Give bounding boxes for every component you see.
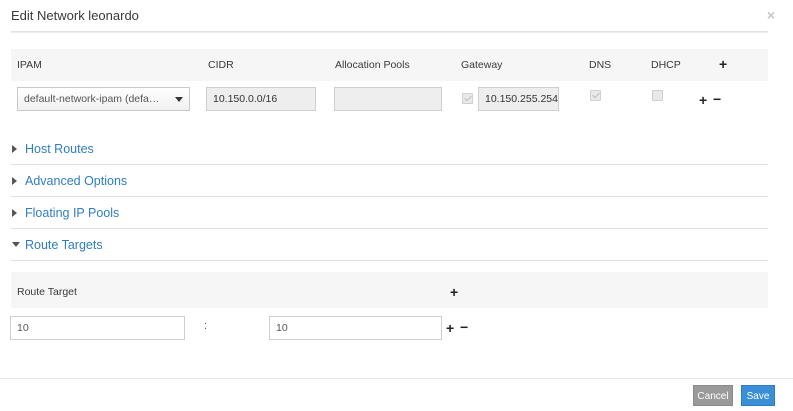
route-target-asn-field[interactable]: 10 (10, 316, 185, 340)
route-target-value-field[interactable]: 10 (269, 316, 442, 340)
modal-title: Edit Network leonardo (11, 8, 139, 23)
save-button[interactable]: Save (741, 385, 775, 406)
remove-route-target-row-minus-icon[interactable]: − (460, 320, 468, 334)
add-ipam-row-plus-icon[interactable]: + (699, 93, 707, 107)
section-label-advanced-options[interactable]: Advanced Options (25, 174, 127, 188)
header-divider (11, 31, 768, 33)
column-header-ipam: IPAM (17, 59, 42, 71)
route-target-table-header: Route Target + (11, 272, 768, 308)
section-label-floating-ip-pools[interactable]: Floating IP Pools (25, 206, 119, 220)
modal-header: Edit Network leonardo × (0, 0, 793, 30)
add-route-target-plus-icon[interactable]: + (450, 285, 458, 299)
section-label-host-routes[interactable]: Host Routes (25, 142, 94, 156)
dhcp-checkbox[interactable] (652, 90, 663, 101)
column-header-gateway: Gateway (461, 59, 503, 71)
ipam-select[interactable]: default-network-ipam (defa… (17, 87, 190, 111)
allocation-pools-field[interactable] (334, 87, 442, 111)
footer-divider (0, 378, 793, 379)
section-floating-ip-pools[interactable]: Floating IP Pools (11, 197, 768, 229)
section-host-routes[interactable]: Host Routes (11, 133, 768, 165)
column-header-route-target: Route Target (17, 286, 77, 298)
route-target-separator: : (204, 320, 208, 332)
caret-down-icon (12, 242, 20, 247)
caret-right-icon (12, 209, 17, 217)
section-advanced-options[interactable]: Advanced Options (11, 165, 768, 197)
caret-right-icon (12, 145, 17, 153)
chevron-down-icon (175, 97, 183, 102)
gateway-field[interactable]: 10.150.255.254 (478, 87, 559, 111)
dns-checkbox[interactable] (590, 90, 601, 101)
caret-right-icon (12, 177, 17, 185)
gateway-checkbox[interactable] (462, 93, 473, 104)
column-header-dhcp: DHCP (651, 59, 681, 71)
remove-ipam-row-minus-icon[interactable]: − (713, 92, 721, 106)
section-label-route-targets[interactable]: Route Targets (25, 238, 103, 252)
section-route-targets[interactable]: Route Targets (11, 229, 768, 261)
ipam-table-header: IPAM CIDR Allocation Pools Gateway DNS D… (11, 49, 768, 81)
cidr-field[interactable]: 10.150.0.0/16 (206, 87, 316, 111)
add-ipam-plus-icon[interactable]: + (719, 57, 727, 71)
add-route-target-row-plus-icon[interactable]: + (446, 321, 454, 335)
cancel-button[interactable]: Cancel (693, 385, 733, 406)
column-header-dns: DNS (589, 59, 612, 71)
column-header-cidr: CIDR (208, 59, 234, 71)
ipam-select-value: default-network-ipam (defa… (24, 93, 160, 105)
close-icon[interactable]: × (767, 7, 775, 23)
column-header-allocation-pools: Allocation Pools (335, 59, 410, 71)
